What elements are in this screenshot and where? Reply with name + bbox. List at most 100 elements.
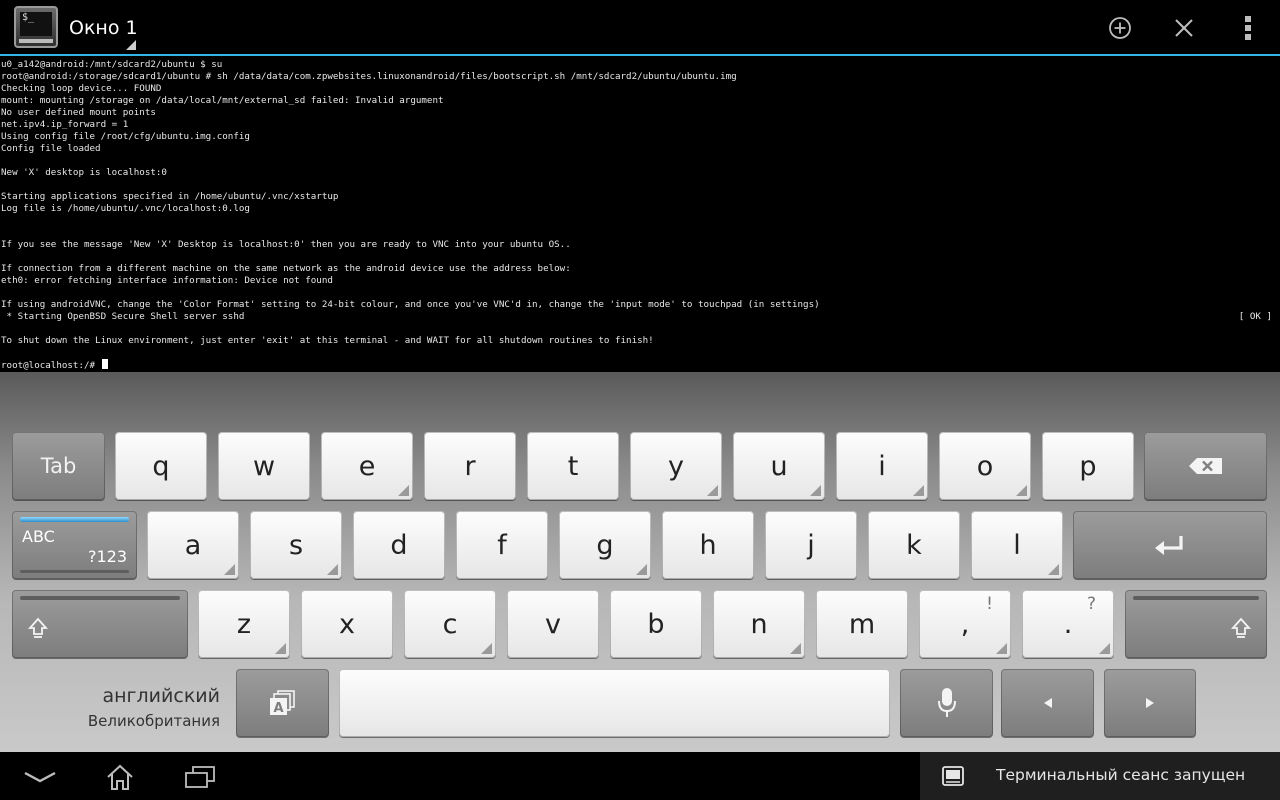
tab-key[interactable]: Tab	[12, 432, 105, 500]
key-c[interactable]: c	[404, 590, 496, 658]
window-title-dropdown[interactable]: Окно 1	[69, 17, 138, 39]
key-comma[interactable]: , !	[919, 590, 1011, 658]
key-i[interactable]: i	[836, 432, 928, 500]
key-j[interactable]: j	[765, 511, 857, 579]
shift-key-left[interactable]	[12, 590, 188, 658]
new-window-button[interactable]	[1100, 10, 1140, 46]
terminal-line: If using androidVNC, change the 'Color F…	[0, 299, 1280, 311]
key-k[interactable]: k	[868, 511, 960, 579]
backspace-key[interactable]	[1144, 432, 1267, 500]
terminal-output[interactable]: u0_a142@android:/mnt/sdcard2/ubuntu $ su…	[0, 58, 1280, 372]
terminal-line-text: root@localhost:/#	[1, 360, 101, 371]
notification-area[interactable]: Терминальный сеанс запущен	[920, 752, 1280, 800]
terminal-line: No user defined mount points	[0, 107, 1280, 119]
language-label: английский	[102, 685, 220, 707]
key-a[interactable]: a	[147, 511, 239, 579]
close-window-button[interactable]	[1164, 10, 1204, 46]
key-b[interactable]: b	[610, 590, 702, 658]
key-g[interactable]: g	[559, 511, 651, 579]
language-switch-icon: A	[269, 690, 295, 716]
shift-icon	[1231, 617, 1251, 638]
terminal-line-text: Starting applications specified in /home…	[1, 191, 339, 202]
backspace-icon	[1188, 458, 1222, 474]
key-s[interactable]: s	[250, 511, 342, 579]
terminal-app-icon: $_	[14, 6, 58, 48]
terminal-line: Log file is /home/ubuntu/.vnc/localhost:…	[0, 203, 1280, 215]
key-q[interactable]: q	[115, 432, 207, 500]
terminal-line: mount: mounting /storage on /data/local/…	[0, 95, 1280, 107]
key-r[interactable]: r	[424, 432, 516, 500]
key-e-label: e	[358, 450, 376, 482]
terminal-line-text: New 'X' desktop is localhost:0	[1, 167, 167, 178]
key-f[interactable]: f	[456, 511, 548, 579]
cursor-right-icon	[1146, 698, 1154, 708]
key-s-label: s	[288, 529, 304, 561]
terminal-line-text: net.ipv4.ip_forward = 1	[1, 119, 129, 130]
key-comma-label: ,	[960, 608, 970, 640]
language-switch-key[interactable]: A	[236, 669, 329, 737]
terminal-line: If you see the message 'New 'X' Desktop …	[0, 239, 1280, 251]
home-button[interactable]	[96, 760, 144, 794]
terminal-line-text: Checking loop device... FOUND	[1, 83, 162, 94]
key-h[interactable]: h	[662, 511, 754, 579]
key-o[interactable]: o	[939, 432, 1031, 500]
app-icon-button[interactable]: $_	[14, 6, 60, 50]
plus-circle-icon	[1109, 17, 1131, 39]
key-z[interactable]: z	[198, 590, 290, 658]
back-button[interactable]	[16, 760, 64, 794]
key-d[interactable]: d	[353, 511, 445, 579]
key-y-label: y	[668, 450, 684, 482]
key-m[interactable]: m	[816, 590, 908, 658]
recent-apps-button[interactable]	[176, 760, 224, 794]
cursor-right-key[interactable]	[1104, 669, 1196, 737]
key-period[interactable]: . ?	[1022, 590, 1114, 658]
key-v[interactable]: v	[507, 590, 599, 658]
abc-123-mode-key[interactable]: ABC ?123	[12, 511, 137, 579]
terminal-line-text: No user defined mount points	[1, 107, 156, 118]
space-bar[interactable]	[339, 669, 890, 737]
enter-key[interactable]	[1073, 511, 1267, 579]
key-a-label: a	[184, 529, 202, 561]
language-indicator: английский Великобритания	[60, 684, 220, 734]
terminal-line: Starting applications specified in /home…	[0, 191, 1280, 203]
home-icon	[107, 764, 133, 790]
exclamation-hint: !	[986, 594, 993, 614]
key-p[interactable]: p	[1042, 432, 1134, 500]
key-w[interactable]: w	[218, 432, 310, 500]
terminal-line: Checking loop device... FOUND	[0, 83, 1280, 95]
key-l[interactable]: l	[971, 511, 1063, 579]
terminal-line-text: To shut down the Linux environment, just…	[1, 335, 654, 346]
terminal-line: If connection from a different machine o…	[0, 263, 1280, 275]
terminal-line-text: * Starting OpenBSD Secure Shell server s…	[1, 311, 245, 322]
terminal-line: Using config file /root/cfg/ubuntu.img.c…	[0, 131, 1280, 143]
close-icon	[1175, 19, 1193, 37]
region-label: Великобритания	[87, 712, 220, 730]
action-bar: $_ Окно 1	[0, 0, 1280, 56]
shift-key-right[interactable]	[1125, 590, 1267, 658]
key-x[interactable]: x	[301, 590, 393, 658]
terminal-cursor	[101, 359, 108, 369]
terminal-line-text: Using config file /root/cfg/ubuntu.img.c…	[1, 131, 250, 142]
key-u[interactable]: u	[733, 432, 825, 500]
terminal-line-text: Config file loaded	[1, 143, 101, 154]
key-t[interactable]: t	[527, 432, 619, 500]
soft-keyboard: Tab q w e r t y u i o p ABC ?123 a s d f…	[0, 372, 1280, 752]
notification-text: Терминальный сеанс запущен	[996, 766, 1246, 784]
key-y[interactable]: y	[630, 432, 722, 500]
overflow-menu-button[interactable]	[1228, 10, 1268, 46]
cursor-left-key[interactable]	[1001, 669, 1094, 737]
key-e[interactable]: e	[321, 432, 413, 500]
microphone-key[interactable]	[900, 669, 993, 737]
terminal-line: net.ipv4.ip_forward = 1	[0, 119, 1280, 131]
question-hint: ?	[1086, 594, 1096, 614]
dropdown-caret-icon	[126, 40, 136, 50]
key-l-label: l	[1013, 529, 1021, 561]
terminal-line-text: If connection from a different machine o…	[1, 263, 571, 274]
status-ok-label: [ OK ]	[1238, 311, 1272, 322]
enter-icon	[1155, 536, 1183, 555]
key-u-label: u	[770, 450, 788, 482]
key-n[interactable]: n	[713, 590, 805, 658]
